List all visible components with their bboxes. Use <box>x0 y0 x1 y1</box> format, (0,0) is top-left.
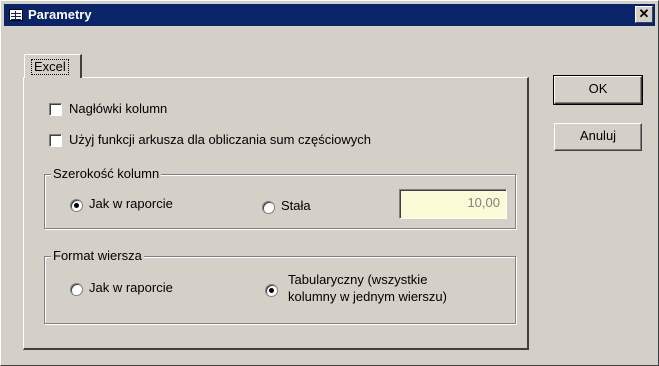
subtotals-checkbox-label[interactable]: Użyj funkcji arkusza dla obliczania sum … <box>69 132 371 147</box>
tab-excel[interactable]: Excel <box>24 54 82 78</box>
ok-button[interactable]: OK <box>553 75 643 105</box>
headers-checkbox[interactable] <box>49 103 62 116</box>
headers-checkbox-label[interactable]: Nagłówki kolumn <box>69 101 167 116</box>
table-icon <box>9 9 23 21</box>
row-format-tabular-label-line1[interactable]: Tabularyczny (wszystkie <box>288 272 427 287</box>
column-width-report-label[interactable]: Jak w raporcie <box>89 196 173 211</box>
column-width-fixed-label[interactable]: Stała <box>281 198 311 213</box>
dialog-window: Parametry ✕ Excel Nagłówki kolumn Użyj f… <box>0 0 659 366</box>
tab-excel-label: Excel <box>31 59 69 75</box>
row-format-tabular-radio[interactable] <box>265 284 278 297</box>
row-format-report-label[interactable]: Jak w raporcie <box>89 280 173 295</box>
column-width-fixed-radio[interactable] <box>262 201 275 214</box>
column-width-value-input[interactable]: 10,00 <box>399 189 507 219</box>
cancel-button[interactable]: Anuluj <box>554 123 642 151</box>
title-bar[interactable]: Parametry ✕ <box>4 4 655 26</box>
row-format-legend: Format wiersza <box>51 248 144 263</box>
close-icon: ✕ <box>638 6 650 21</box>
row-format-report-radio[interactable] <box>70 283 83 296</box>
close-button[interactable]: ✕ <box>635 6 653 23</box>
column-width-report-radio[interactable] <box>70 199 83 212</box>
subtotals-checkbox[interactable] <box>49 134 62 147</box>
row-format-tabular-label-line2[interactable]: kolumny w jednym wierszu) <box>288 289 447 304</box>
window-title: Parametry <box>28 7 92 22</box>
column-width-legend: Szerokość kolumn <box>51 166 162 181</box>
